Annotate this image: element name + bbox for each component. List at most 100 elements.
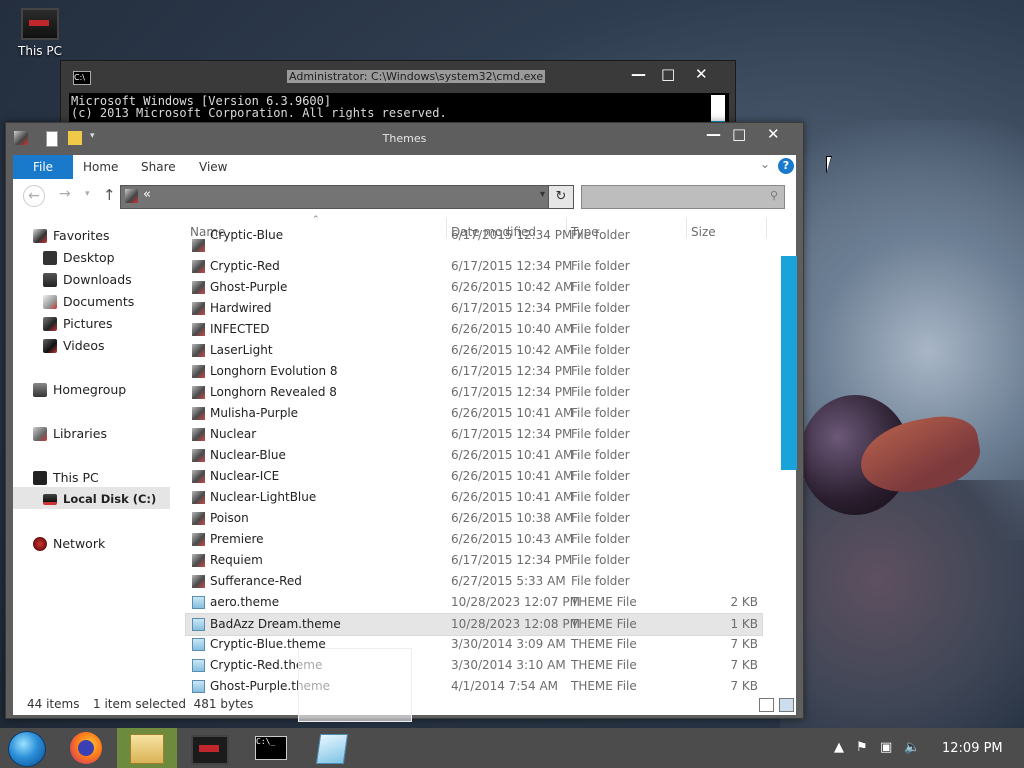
- file-row[interactable]: Longhorn Evolution 8 6/17/2015 12:34 PM Fi…: [186, 361, 762, 382]
- file-row[interactable]: INFECTED 6/26/2015 10:40 AM File folder: [186, 319, 762, 340]
- file-row[interactable]: BadAzz Dream.theme 10/28/2023 12:08 PM THE…: [185, 613, 763, 636]
- action-center-icon[interactable]: ⚑: [856, 740, 868, 755]
- computer-icon: [191, 735, 229, 765]
- file-date: 6/26/2015 10:38 AM: [451, 511, 574, 525]
- help-icon[interactable]: ?: [778, 158, 794, 174]
- file-row[interactable]: Poison 6/26/2015 10:38 AM File folder: [186, 508, 762, 529]
- file-row[interactable]: Premiere 6/26/2015 10:43 AM File folder: [186, 529, 762, 550]
- start-button[interactable]: [8, 731, 46, 767]
- network-icon[interactable]: ▣: [880, 740, 892, 755]
- large-icons-view-icon[interactable]: [779, 698, 794, 712]
- file-name: Longhorn Evolution 8: [210, 364, 338, 378]
- nav-this-pc[interactable]: This PC: [33, 468, 99, 488]
- nav-label: Local Disk (C:): [63, 492, 157, 506]
- cmd-titlebar[interactable]: C:\ Administrator: C:\Windows\system32\c…: [61, 61, 735, 91]
- chevron-down-icon[interactable]: ⌄: [760, 157, 770, 171]
- nav-videos[interactable]: Videos: [43, 336, 105, 356]
- file-type: THEME File: [571, 679, 637, 693]
- file-row[interactable]: Sufferance-Red 6/27/2015 5:33 AM File fold…: [186, 571, 762, 592]
- search-input[interactable]: ⚲: [581, 185, 785, 209]
- firefox-icon[interactable]: [70, 732, 102, 764]
- nav-pictures[interactable]: Pictures: [43, 314, 113, 334]
- file-date: 10/28/2023 12:07 PM: [451, 595, 580, 609]
- nav-desktop[interactable]: Desktop: [43, 248, 115, 268]
- explorer-window[interactable]: ▾ Themes — □ ✕ File Home Share View ⌄ ? …: [5, 122, 804, 719]
- file-row[interactable]: Nuclear-Blue 6/26/2015 10:41 AM File folde…: [186, 445, 762, 466]
- file-row[interactable]: Hardwired 6/17/2015 12:34 PM File folder: [186, 298, 762, 319]
- folder-icon: [192, 365, 205, 378]
- up-button[interactable]: ↑: [103, 186, 116, 204]
- file-list[interactable]: ⌃ Name Date modified Type Size Cryptic-B…: [170, 215, 796, 693]
- file-date: 6/17/2015 12:34 PM: [451, 301, 573, 315]
- theme-file-icon: [192, 638, 205, 651]
- file-name: LaserLight: [210, 343, 273, 357]
- cmd-close-button[interactable]: ✕: [695, 65, 708, 83]
- nav-label: Homegroup: [53, 382, 127, 397]
- file-row[interactable]: Ghost-Purple 6/26/2015 10:42 AM File folde…: [186, 277, 762, 298]
- file-name: Nuclear: [210, 427, 257, 441]
- file-row[interactable]: Ghost-Purple.theme 4/1/2014 7:54 AM THEME …: [186, 676, 762, 693]
- file-row[interactable]: Requiem 6/17/2015 12:34 PM File folder: [186, 550, 762, 571]
- file-type: File folder: [571, 343, 630, 357]
- folder-icon: [192, 491, 205, 504]
- file-row[interactable]: Cryptic-Red 6/17/2015 12:34 PM File folder: [186, 256, 762, 277]
- file-name: Premiere: [210, 532, 264, 546]
- folder-icon: [192, 449, 205, 462]
- nav-documents[interactable]: Documents: [43, 292, 134, 312]
- nav-downloads[interactable]: Downloads: [43, 270, 132, 290]
- nav-label: Videos: [63, 338, 105, 353]
- file-name: Cryptic-Red: [210, 259, 280, 273]
- back-button[interactable]: ←: [23, 185, 45, 207]
- show-hidden-icons-icon[interactable]: ▲: [834, 740, 844, 755]
- close-button[interactable]: ✕: [767, 125, 780, 143]
- file-date: 6/17/2015 12:34 PM: [451, 364, 573, 378]
- minimize-button[interactable]: —: [706, 125, 721, 143]
- forward-button[interactable]: →: [59, 186, 71, 202]
- file-row[interactable]: Longhorn Revealed 8 6/17/2015 12:34 PM Fil…: [186, 382, 762, 403]
- file-type: File folder: [571, 280, 630, 294]
- nav-label: Libraries: [53, 426, 107, 441]
- file-row[interactable]: Nuclear 6/17/2015 12:34 PM File folder: [186, 424, 762, 445]
- file-row[interactable]: LaserLight 6/26/2015 10:42 AM File folder: [186, 340, 762, 361]
- file-type: File folder: [571, 532, 630, 546]
- nav-local-disk[interactable]: Local Disk (C:): [43, 489, 156, 509]
- file-name: Ghost-Purple: [210, 280, 288, 294]
- folder-icon: [192, 344, 205, 357]
- tab-view[interactable]: View: [199, 155, 227, 179]
- recent-locations-icon[interactable]: ▾: [85, 189, 90, 199]
- file-date: 6/26/2015 10:41 AM: [451, 469, 574, 483]
- file-type: File folder: [571, 490, 630, 504]
- nav-network[interactable]: Network: [33, 534, 105, 554]
- file-type: File folder: [571, 259, 630, 273]
- cmd-maximize-button[interactable]: □: [661, 65, 675, 83]
- address-dropdown-icon[interactable]: ▾: [540, 189, 545, 200]
- file-date: 6/17/2015 12:34 PM: [451, 259, 573, 273]
- volume-icon[interactable]: 🔈: [904, 740, 920, 755]
- file-row[interactable]: Nuclear-LightBlue 6/26/2015 10:41 AM File …: [186, 487, 762, 508]
- file-row[interactable]: aero.theme 10/28/2023 12:07 PM THEME File 2…: [186, 592, 762, 613]
- address-overflow[interactable]: «: [143, 187, 151, 202]
- maximize-button[interactable]: □: [732, 125, 746, 143]
- column-divider[interactable]: [766, 218, 767, 238]
- refresh-button[interactable]: ↻: [548, 186, 573, 208]
- file-row[interactable]: Cryptic-Blue 6/17/2015 12:34 PM File folde…: [186, 228, 762, 256]
- details-view-icon[interactable]: [759, 698, 774, 712]
- nav-homegroup[interactable]: Homegroup: [33, 380, 126, 400]
- desktop-icon-this-pc[interactable]: This PC: [12, 8, 68, 58]
- file-name: BadAzz Dream.theme: [210, 617, 341, 631]
- nav-favorites[interactable]: Favorites: [33, 226, 109, 246]
- nav-libraries[interactable]: Libraries: [33, 424, 107, 444]
- file-row[interactable]: Nuclear-ICE 6/26/2015 10:41 AM File folder: [186, 466, 762, 487]
- tab-home[interactable]: Home: [83, 155, 118, 179]
- file-name: Sufferance-Red: [210, 574, 302, 588]
- file-row[interactable]: Cryptic-Blue.theme 3/30/2014 3:09 AM THEME…: [186, 634, 762, 655]
- clock[interactable]: 12:09 PM: [942, 741, 1003, 756]
- file-row[interactable]: Mulisha-Purple 6/26/2015 10:41 AM File fol…: [186, 403, 762, 424]
- cmd-minimize-button[interactable]: —: [631, 65, 646, 83]
- tab-file[interactable]: File: [13, 155, 73, 179]
- address-bar[interactable]: « ▾ ↻: [120, 185, 574, 209]
- explorer-titlebar[interactable]: ▾ Themes — □ ✕: [6, 123, 803, 153]
- file-row[interactable]: Cryptic-Red.theme 3/30/2014 3:10 AM THEME …: [186, 655, 762, 676]
- vertical-scrollbar[interactable]: [781, 256, 797, 470]
- tab-share[interactable]: Share: [141, 155, 176, 179]
